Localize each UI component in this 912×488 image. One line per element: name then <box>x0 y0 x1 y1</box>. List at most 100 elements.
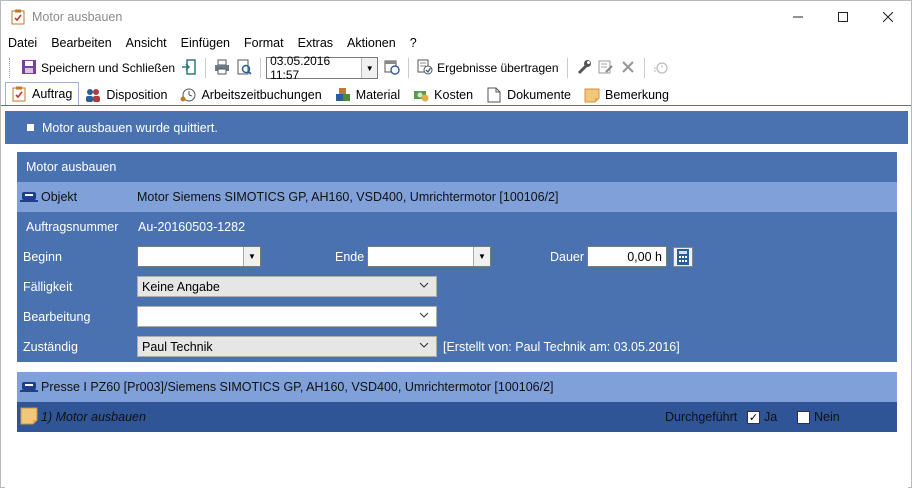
beginn-label: Beginn <box>23 250 62 264</box>
machine-icon <box>20 189 38 206</box>
minimize-button[interactable] <box>775 1 821 33</box>
bearbeitung-select[interactable] <box>137 306 437 327</box>
faelligkeit-value: Keine Angabe <box>142 279 220 294</box>
date-row: Beginn ▼ Ende ▼ Dauer 0,00 h <box>17 242 897 272</box>
menu-ansicht[interactable]: Ansicht <box>126 36 167 50</box>
order-form: Auftragsnummer Au-20160503-1282 Beginn ▼… <box>17 212 897 362</box>
object2-value: Presse I PZ60 [Pr003]/Siemens SIMOTICS G… <box>41 380 554 394</box>
menu-help[interactable]: ? <box>410 36 417 50</box>
toolbar-separator <box>643 58 645 78</box>
dauer-input[interactable]: 0,00 h <box>587 246 667 267</box>
tab-disposition-label: Disposition <box>106 87 168 102</box>
toolbar-separator <box>260 58 262 78</box>
calculator-icon[interactable] <box>673 247 693 270</box>
dropdown-arrow-icon[interactable]: ▼ <box>361 58 378 78</box>
created-note: [Erstellt von: Paul Technik am: 03.05.20… <box>443 340 680 354</box>
faelligkeit-select[interactable]: Keine Angabe <box>137 276 437 297</box>
dropdown-arrow-icon[interactable]: ▼ <box>473 247 490 266</box>
close-button[interactable] <box>865 1 911 33</box>
tools-button[interactable] <box>573 56 595 80</box>
menu-format[interactable]: Format <box>244 36 284 50</box>
wrench-icon <box>576 59 592 78</box>
maximize-button[interactable] <box>820 1 866 33</box>
tab-kosten[interactable]: Kosten <box>407 83 480 105</box>
beginn-picker[interactable]: ▼ <box>137 246 261 267</box>
money-icon <box>413 87 429 103</box>
zustaendig-select[interactable]: Paul Technik <box>137 336 437 357</box>
tab-arbeitszeitbuchungen[interactable]: Arbeitszeitbuchungen <box>174 83 328 105</box>
save-close-label: Speichern und Schließen <box>41 61 176 75</box>
task-row[interactable]: 1) Motor ausbauen Durchgeführt ✓ Ja Nein <box>17 402 897 432</box>
print-preview-button[interactable] <box>233 56 255 80</box>
objekt-value: Motor Siemens SIMOTICS GP, AH160, VSD400… <box>137 190 559 204</box>
tab-auftrag[interactable]: Auftrag <box>5 82 80 105</box>
toolbar-separator <box>408 58 410 78</box>
cubes-icon <box>335 87 351 103</box>
exit-button[interactable] <box>178 56 200 80</box>
menu-bar: Datei Bearbeiten Ansicht Einfügen Format… <box>1 33 911 53</box>
tab-disposition[interactable]: Disposition <box>79 83 174 105</box>
objekt-row[interactable]: Objekt Motor Siemens SIMOTICS GP, AH160,… <box>17 182 897 212</box>
transfer-results-button[interactable]: Ergebnisse übertragen <box>414 56 561 80</box>
menu-extras[interactable]: Extras <box>298 36 333 50</box>
timer-button[interactable] <box>650 56 672 80</box>
document-icon <box>486 87 502 103</box>
zustaendig-row: Zuständig Paul Technik [Erstellt von: Pa… <box>17 332 897 362</box>
ja-label: Ja <box>764 410 778 424</box>
exit-door-icon <box>181 58 197 78</box>
tab-bemerkung-label: Bemerkung <box>605 87 669 102</box>
title-bar: Motor ausbauen <box>1 1 911 33</box>
nein-checkbox[interactable] <box>797 410 810 424</box>
status-text: Motor ausbauen wurde quittiert. <box>42 120 218 135</box>
section-header: Motor ausbauen <box>17 152 897 182</box>
note-icon <box>584 87 600 103</box>
menu-bearbeiten[interactable]: Bearbeiten <box>51 36 111 50</box>
toolbar-grip[interactable] <box>9 58 13 78</box>
ende-picker[interactable]: ▼ <box>367 246 491 267</box>
calendar-refresh-icon <box>384 59 400 78</box>
edit-form-button[interactable] <box>595 56 617 80</box>
ende-label: Ende <box>335 250 365 264</box>
timer-icon <box>653 59 669 78</box>
refresh-date-button[interactable] <box>381 56 403 80</box>
window-title: Motor ausbauen <box>32 10 123 24</box>
dauer-label: Dauer <box>550 250 585 264</box>
toolbar-separator <box>205 58 207 78</box>
auftragsnummer-row: Auftragsnummer Au-20160503-1282 <box>17 212 897 242</box>
object2-row[interactable]: Presse I PZ60 [Pr003]/Siemens SIMOTICS G… <box>17 372 897 402</box>
zustaendig-label: Zuständig <box>23 340 78 354</box>
status-banner: Motor ausbauen wurde quittiert. <box>5 111 908 144</box>
tab-dokumente[interactable]: Dokumente <box>480 83 578 105</box>
machine-icon <box>20 379 38 396</box>
nein-option[interactable]: Nein <box>797 410 840 424</box>
tab-bar: Auftrag Disposition Arbeitszeitbuchungen… <box>1 82 911 106</box>
menu-datei[interactable]: Datei <box>8 36 37 50</box>
ja-option[interactable]: ✓ Ja <box>747 410 777 424</box>
section-title: Motor ausbauen <box>26 160 117 174</box>
ja-checkbox[interactable]: ✓ <box>747 410 760 424</box>
clock-person-icon <box>180 87 196 103</box>
window: Motor ausbauen Datei Bearbeiten Ansicht … <box>0 0 912 488</box>
save-icon <box>21 59 37 78</box>
printer-icon <box>214 59 230 78</box>
tab-material[interactable]: Material <box>329 83 407 105</box>
auftragsnummer-label: Auftragsnummer <box>26 220 119 234</box>
delete-button[interactable] <box>617 56 639 80</box>
chevron-down-icon <box>419 280 429 293</box>
save-close-button[interactable]: Speichern und Schließen <box>18 56 178 80</box>
form-edit-icon <box>598 59 614 78</box>
date-picker[interactable]: 03.05.2016 11:57 ▼ <box>266 54 379 82</box>
tab-arbeitszeitbuchungen-label: Arbeitszeitbuchungen <box>201 87 322 102</box>
toolbar-separator <box>566 58 568 78</box>
menu-einfuegen[interactable]: Einfügen <box>181 36 230 50</box>
clipboard-check-icon <box>11 86 27 102</box>
menu-aktionen[interactable]: Aktionen <box>347 36 396 50</box>
chevron-down-icon <box>419 310 429 323</box>
tab-material-label: Material <box>355 87 401 102</box>
bearbeitung-row: Bearbeitung <box>17 302 897 332</box>
faelligkeit-label: Fälligkeit <box>23 280 73 294</box>
dropdown-arrow-icon[interactable]: ▼ <box>243 247 260 266</box>
print-button[interactable] <box>211 56 233 80</box>
tab-dokumente-label: Dokumente <box>507 87 572 102</box>
tab-bemerkung[interactable]: Bemerkung <box>578 83 676 105</box>
